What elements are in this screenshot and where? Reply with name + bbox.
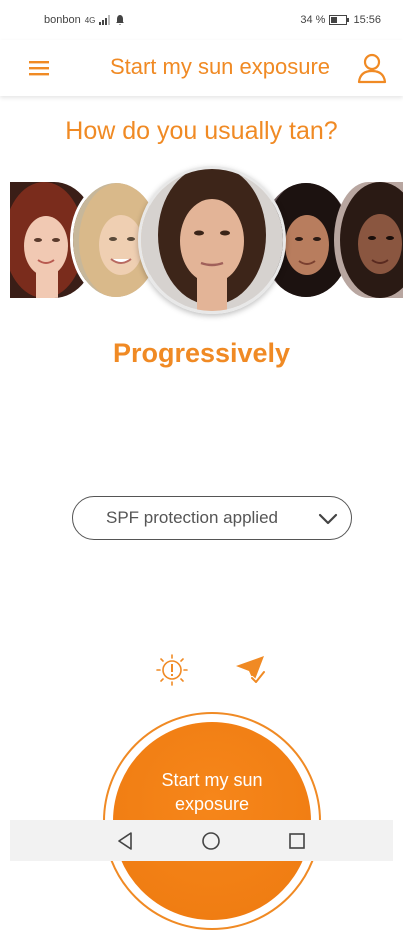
carrier-name: bonbon	[44, 14, 81, 26]
sun-warning-icon[interactable]	[156, 654, 188, 686]
face-portrait-icon	[141, 169, 283, 311]
notification-bell-icon	[116, 15, 125, 25]
spf-select-value: SPF protection applied	[106, 508, 278, 527]
page-title: Start my sun exposure	[109, 54, 331, 79]
paper-plane-check-icon[interactable]	[234, 654, 268, 686]
tan-result-label: Progressively	[112, 338, 291, 368]
status-bar: bonbon 4G 34 % 15:56	[0, 0, 403, 40]
app-bar: Start my sun exposure	[0, 40, 403, 96]
hamburger-menu-icon[interactable]	[28, 56, 52, 80]
battery-percent: 34 %	[300, 14, 326, 26]
spf-protection-select[interactable]: SPF protection applied	[72, 496, 352, 540]
signal-icon	[99, 15, 111, 25]
start-button-line2: exposure	[174, 794, 250, 814]
face-portrait-icon	[334, 182, 403, 298]
battery-icon	[329, 15, 350, 25]
clock-time: 15:56	[353, 14, 381, 26]
status-left: bonbon 4G	[44, 14, 125, 26]
back-triangle-icon[interactable]	[114, 830, 136, 852]
user-profile-icon[interactable]	[357, 52, 387, 84]
skin-type-5-face[interactable]	[334, 182, 403, 298]
status-right: 34 % 15:56	[300, 14, 381, 26]
skin-type-carousel[interactable]	[0, 162, 403, 322]
tan-question: How do you usually tan?	[65, 117, 338, 145]
network-type: 4G	[84, 15, 96, 25]
start-button-line1: Start my sun	[161, 770, 263, 790]
recents-square-icon[interactable]	[286, 830, 308, 852]
skin-type-3-face-selected[interactable]	[138, 166, 286, 314]
system-nav-bar	[10, 820, 393, 861]
chevron-down-icon	[318, 513, 338, 525]
home-circle-icon[interactable]	[200, 830, 222, 852]
